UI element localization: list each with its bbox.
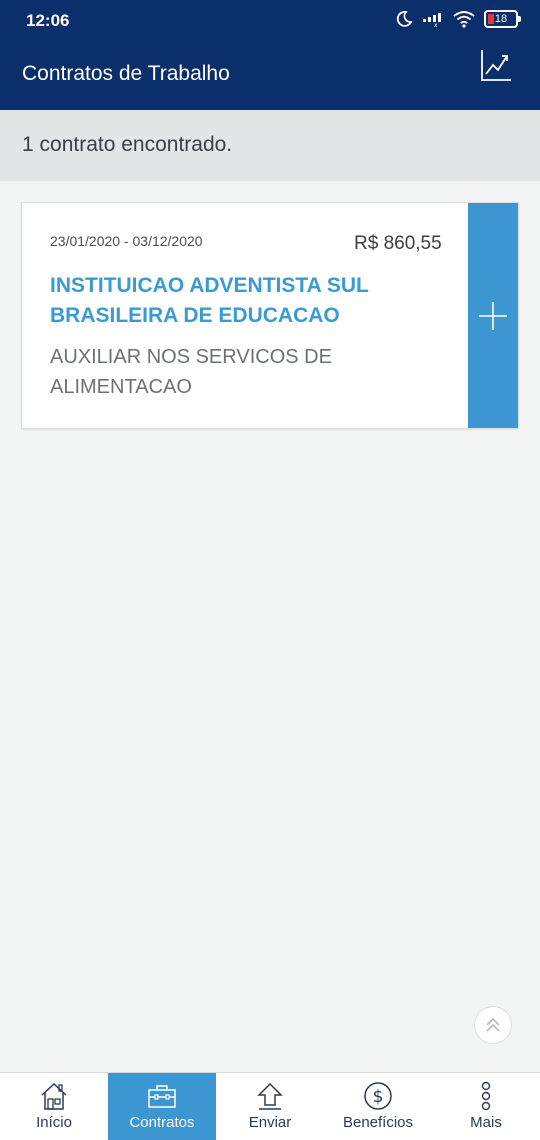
contract-period: 23/01/2020 - 03/12/2020	[50, 233, 203, 249]
more-dots-icon	[481, 1081, 491, 1111]
nav-label-beneficios: Benefícios	[342, 1114, 414, 1131]
results-count-text: 1 contrato encontrado.	[22, 133, 233, 156]
chart-icon	[481, 50, 511, 81]
page-title: Contratos de Trabalho	[22, 62, 230, 85]
nav-item-beneficios[interactable]: $ Benefícios	[324, 1073, 432, 1140]
contract-salary: R$ 860,55	[354, 233, 442, 254]
nav-item-inicio[interactable]: Início	[0, 1073, 108, 1140]
app-header: 12:06 x 18 Contratos de Trabalho	[0, 0, 540, 110]
battery-level: 18	[494, 13, 508, 25]
bottom-navigation: Início Contratos Enviar $ Benefícios Mai…	[0, 1072, 540, 1140]
contract-role: AUXILIAR NOS SERVICOS DE ALIMENTACAO	[50, 346, 332, 398]
status-time: 12:06	[26, 11, 70, 30]
svg-text:$: $	[373, 1087, 384, 1107]
contract-employer: INSTITUICAO ADVENTISTA SUL BRASILEIRA DE…	[50, 274, 369, 327]
nav-label-inicio: Início	[36, 1114, 72, 1131]
nav-label-enviar: Enviar	[248, 1114, 292, 1131]
double-chevron-up-icon	[486, 1017, 500, 1032]
chart-button[interactable]	[480, 48, 512, 82]
nav-item-contratos[interactable]: Contratos	[108, 1073, 216, 1140]
briefcase-icon	[148, 1085, 176, 1108]
svg-text:x: x	[434, 22, 438, 27]
plus-icon	[479, 301, 507, 330]
nav-label-mais: Mais	[470, 1114, 502, 1131]
expand-contract-button[interactable]	[468, 203, 518, 428]
results-summary: 1 contrato encontrado.	[0, 110, 540, 181]
wifi-icon	[453, 11, 475, 28]
dollar-coin-icon: $	[364, 1082, 392, 1110]
nav-item-enviar[interactable]: Enviar	[216, 1073, 324, 1140]
contract-card[interactable]: 23/01/2020 - 03/12/2020 R$ 860,55 INSTIT…	[21, 202, 519, 429]
battery-icon: 18	[484, 10, 521, 28]
status-icons: x 18	[395, 10, 521, 28]
nav-label-contratos: Contratos	[129, 1114, 195, 1131]
moon-icon	[396, 11, 413, 27]
scroll-top-button[interactable]	[474, 1006, 512, 1044]
status-bar: 12:06 x 18	[0, 0, 540, 44]
signal-icon: x	[423, 13, 441, 27]
nav-item-mais[interactable]: Mais	[432, 1073, 540, 1140]
upload-arrow-icon	[257, 1082, 283, 1110]
home-icon	[41, 1082, 67, 1110]
